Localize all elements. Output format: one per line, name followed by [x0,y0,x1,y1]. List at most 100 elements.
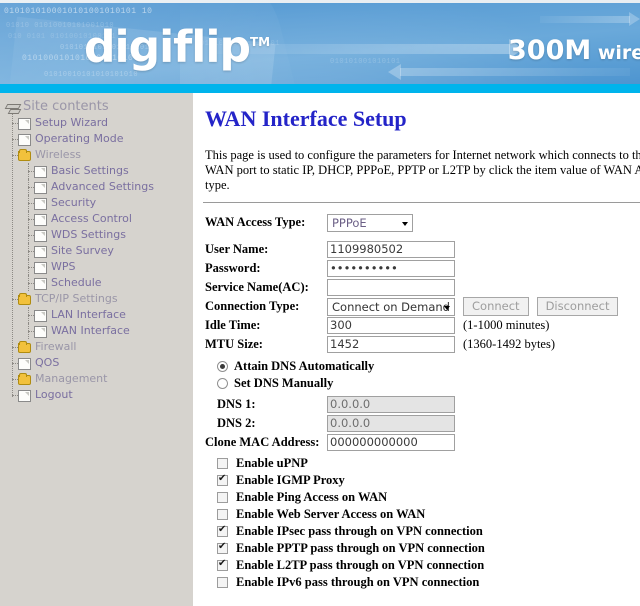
sidebar-item-wan-interface[interactable]: WAN Interface [0,323,193,339]
page-icon [18,389,31,402]
checkbox-enable-igmp-proxy[interactable] [217,473,228,486]
sidebar-item-label: Logout [35,388,73,401]
sidebar-item-label: WAN Interface [51,324,130,337]
page-icon [34,181,47,194]
checkbox-row[interactable]: Enable Ping Access on WAN [205,489,640,506]
sidebar-item-label: WPS [51,260,76,273]
brand-logo-text: digiflip [84,21,251,73]
sidebar-item-tcp-ip-settings[interactable]: TCP/IP Settings [0,291,193,307]
checkbox-enable-pptp-pass-through-on-vpn-connection[interactable] [217,541,228,554]
disconnect-button[interactable]: Disconnect [536,297,619,316]
checkbox-label: Enable Ping Access on WAN [236,490,388,504]
feature-checkbox-list: Enable uPNP Enable IGMP Proxy Enable Ping … [205,455,640,591]
sidebar-item-label: Basic Settings [51,164,129,177]
sidebar-item-operating-mode[interactable]: Operating Mode [0,131,193,147]
connection-type-select[interactable]: Connect on Demand [327,297,455,316]
sidebar-item-wds-settings[interactable]: WDS Settings [0,227,193,243]
tree-root-site-contents[interactable]: Site contents [0,99,193,115]
dns-auto-radio[interactable] [217,361,228,372]
folder-icon [18,341,31,353]
sidebar-item-label: Security [51,196,97,209]
tree-item-list: Setup Wizard Operating Mode Wireless Basic … [0,115,193,403]
sidebar-item-setup-wizard[interactable]: Setup Wizard [0,115,193,131]
mtu-size-input[interactable]: 1452 [327,336,455,353]
sidebar-item-firewall[interactable]: Firewall [0,339,193,355]
sidebar-item-lan-interface[interactable]: LAN Interface [0,307,193,323]
sidebar-item-access-control[interactable]: Access Control [0,211,193,227]
page-icon [34,197,47,210]
sidebar-item-basic-settings[interactable]: Basic Settings [0,163,193,179]
checkbox-label: Enable IGMP Proxy [236,473,345,487]
page-icon [18,117,31,130]
tree-connector [28,323,29,339]
connect-button[interactable]: Connect [463,297,529,316]
computer-icon [6,103,19,114]
checkbox-row[interactable]: Enable L2TP pass through on VPN connecti… [205,557,640,574]
dns-auto-row[interactable]: Attain DNS Automatically [205,358,640,375]
folder-icon [18,293,31,305]
checkbox-label: Enable IPv6 pass through on VPN connecti… [236,575,480,589]
checkbox-row[interactable]: Enable Web Server Access on WAN [205,506,640,523]
sidebar-item-security[interactable]: Security [0,195,193,211]
sidebar-item-logout[interactable]: Logout [0,387,193,403]
checkbox-enable-l2tp-pass-through-on-vpn-connection[interactable] [217,558,228,571]
dns-manual-radio[interactable] [217,378,228,389]
checkbox-enable-ping-access-on-wan[interactable] [217,492,228,503]
dns2-row: DNS 2: 0.0.0.0 [205,414,640,433]
site-contents-tree: Site contents Setup Wizard Operating Mode… [0,99,193,403]
dns1-row: DNS 1: 0.0.0.0 [205,395,640,414]
page-icon [34,325,47,338]
checkbox-row[interactable]: Enable uPNP [205,455,640,472]
sidebar-item-management[interactable]: Management [0,371,193,387]
page-icon [34,213,47,226]
sidebar-item-wireless[interactable]: Wireless [0,147,193,163]
sidebar-item-site-survey[interactable]: Site Survey [0,243,193,259]
user-name-label: User Name: [205,242,269,256]
tree-connector [28,227,29,243]
sidebar-item-schedule[interactable]: Schedule [0,275,193,291]
tree-connector [28,259,29,275]
idle-time-input[interactable]: 300 [327,317,455,334]
password-row: Password: •••••••••• [205,259,640,278]
chevron-down-icon [402,221,408,226]
checkbox-enable-ipsec-pass-through-on-vpn-connection[interactable] [217,524,228,537]
connection-type-label: Connection Type: [205,299,300,313]
wan-access-type-select[interactable]: PPPoE [327,213,413,232]
connection-type-row: Connection Type: Connect on Demand Conne… [205,297,640,316]
sidebar-item-wps[interactable]: WPS [0,259,193,275]
folder-icon [18,373,31,385]
checkbox-enable-ipv6-pass-through-on-vpn-connection[interactable] [217,577,228,588]
checkbox-row[interactable]: Enable IGMP Proxy [205,472,640,489]
dns-manual-row[interactable]: Set DNS Manually [205,375,640,392]
tree-connector [28,211,29,227]
dns2-input[interactable]: 0.0.0.0 [327,415,455,432]
checkbox-row[interactable]: Enable IPv6 pass through on VPN connecti… [205,574,640,591]
model-speed: 300M [508,35,592,66]
sidebar-navigation: Site contents Setup Wizard Operating Mode… [0,93,193,606]
sidebar-item-advanced-settings[interactable]: Advanced Settings [0,179,193,195]
service-name-input[interactable] [327,279,455,296]
service-name-row: Service Name(AC): [205,278,640,297]
page-icon [18,133,31,146]
section-divider [203,202,640,203]
sidebar-item-label: Wireless [35,148,82,161]
dns1-input[interactable]: 0.0.0.0 [327,396,455,413]
main-content: WAN Interface Setup This page is used to… [193,93,640,606]
sidebar-item-label: Site Survey [51,244,114,257]
user-name-input[interactable]: 1109980502 [327,241,455,258]
checkbox-enable-web-server-access-on-wan[interactable] [217,509,228,520]
idle-time-label: Idle Time: [205,318,261,332]
checkbox-enable-upnp[interactable] [217,458,228,469]
page-icon [34,165,47,178]
sidebar-item-label: Schedule [51,276,102,289]
checkbox-row[interactable]: Enable PPTP pass through on VPN connecti… [205,540,640,557]
clone-mac-input[interactable]: 000000000000 [327,434,455,451]
sidebar-item-qos[interactable]: QOS [0,355,193,371]
tree-connector [28,307,29,323]
page-title: WAN Interface Setup [205,106,407,131]
checkbox-label: Enable L2TP pass through on VPN connecti… [236,558,485,572]
sidebar-item-label: WDS Settings [51,228,126,241]
password-input[interactable]: •••••••••• [327,260,455,277]
checkbox-row[interactable]: Enable IPsec pass through on VPN connect… [205,523,640,540]
tree-root-label: Site contents [23,99,109,114]
